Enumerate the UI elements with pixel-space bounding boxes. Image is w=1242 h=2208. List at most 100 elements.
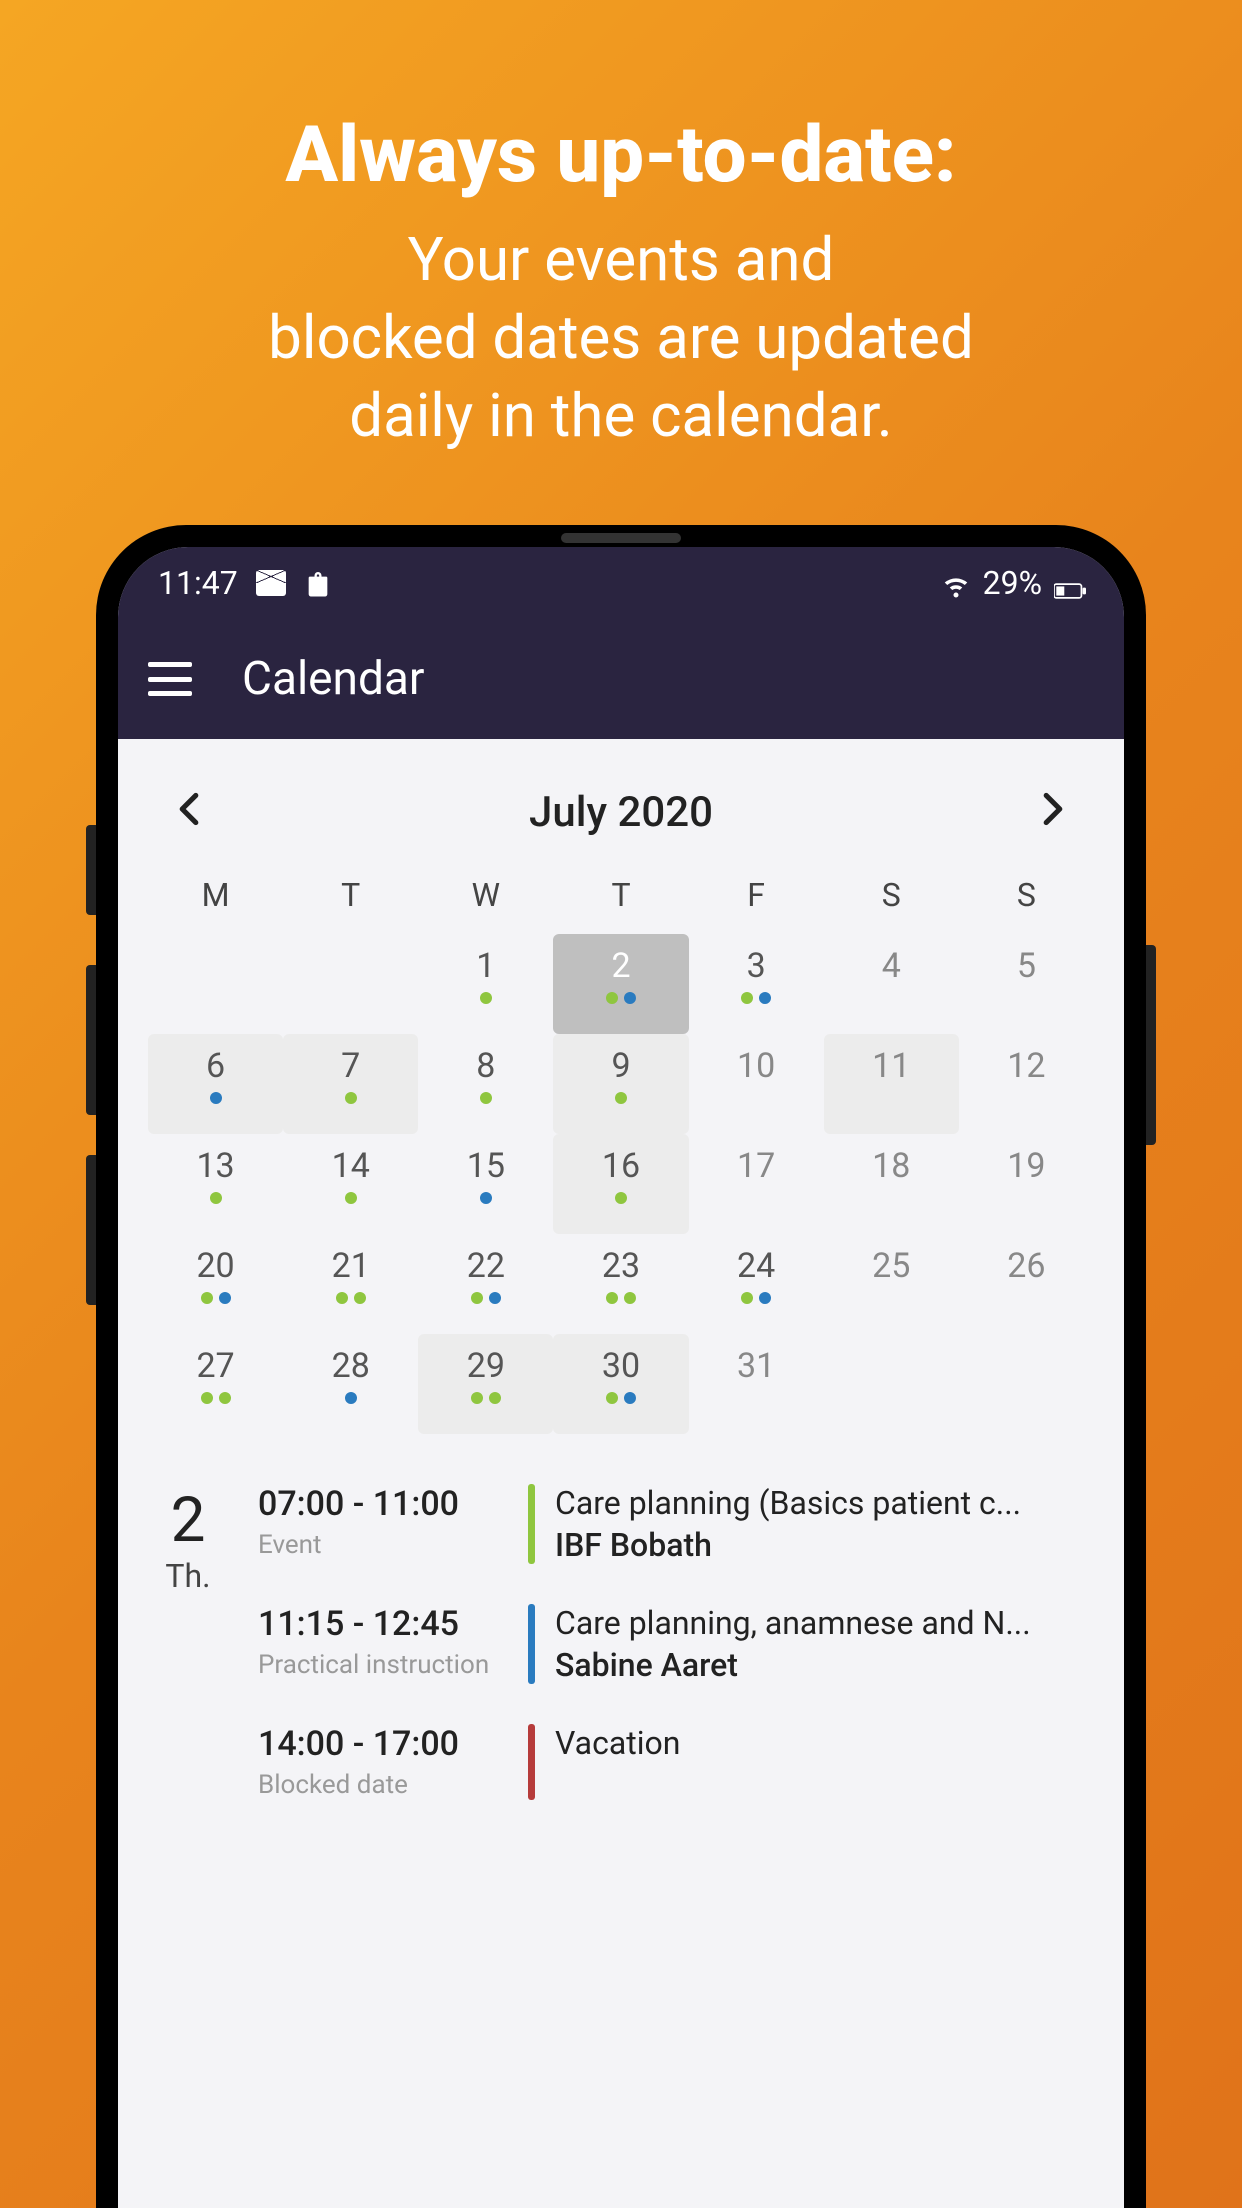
calendar-day[interactable]: 9 [553, 1034, 688, 1134]
event-row[interactable]: 11:15 - 12:45Practical instructionCare p… [258, 1604, 1094, 1684]
calendar-body: July 2020 MTWTFSS 1234567891011121314151… [118, 739, 1124, 2208]
wifi-icon [941, 570, 971, 596]
event-dots [345, 1392, 357, 1404]
event-dots [741, 1292, 771, 1304]
day-number: 4 [882, 946, 901, 986]
event-detail-col: Vacation [555, 1724, 1094, 1800]
day-number: 9 [611, 1046, 630, 1086]
day-number: 22 [467, 1246, 505, 1286]
event-dot [615, 1192, 627, 1204]
day-number: 17 [737, 1146, 775, 1186]
day-number: 28 [332, 1346, 370, 1386]
calendar-week-row: 27 28 293031 [148, 1334, 1094, 1434]
month-navigation: July 2020 [148, 779, 1094, 876]
month-label: July 2020 [529, 788, 713, 837]
event-dot [345, 1392, 357, 1404]
day-number: 19 [1007, 1146, 1045, 1186]
calendar-day[interactable]: 4 [824, 934, 959, 1034]
day-number: 1 [476, 946, 495, 986]
phone-notch [561, 533, 681, 543]
calendar-day[interactable]: 13 [148, 1134, 283, 1234]
calendar-day[interactable]: 30 [553, 1334, 688, 1434]
event-dot [345, 1092, 357, 1104]
event-time-col: 11:15 - 12:45 Practical instruction [258, 1604, 508, 1684]
event-row[interactable]: 14:00 - 17:00Blocked dateVacation [258, 1724, 1094, 1800]
event-title: Vacation [555, 1724, 1094, 1762]
phone-volume-up [86, 965, 96, 1115]
event-dot [201, 1292, 213, 1304]
event-type: Event [258, 1530, 508, 1560]
event-dot [480, 992, 492, 1004]
event-dot [606, 992, 618, 1004]
event-dots [606, 1292, 636, 1304]
calendar-day[interactable]: 2 [553, 934, 688, 1034]
day-number: 13 [196, 1146, 234, 1186]
calendar-day[interactable]: 18 [824, 1134, 959, 1234]
app-bar: Calendar [118, 619, 1124, 739]
next-month-button[interactable] [1022, 779, 1084, 846]
bag-icon [304, 570, 334, 596]
event-dots [210, 1192, 222, 1204]
event-dot [345, 1192, 357, 1204]
menu-icon[interactable] [148, 662, 192, 696]
event-dots [471, 1392, 501, 1404]
calendar-day[interactable]: 8 [418, 1034, 553, 1134]
event-dots [606, 1392, 636, 1404]
calendar-day[interactable]: 23 [553, 1234, 688, 1334]
battery-icon [1054, 570, 1084, 596]
mail-icon [256, 570, 286, 596]
calendar-day[interactable]: 21 [283, 1234, 418, 1334]
event-dot [201, 1392, 213, 1404]
calendar-day[interactable]: 20 [148, 1234, 283, 1334]
status-time: 11:47 [158, 564, 238, 602]
calendar-day[interactable]: 26 [959, 1234, 1094, 1334]
calendar-day[interactable]: 24 [689, 1234, 824, 1334]
event-row[interactable]: 07:00 - 11:00EventCare planning (Basics … [258, 1484, 1094, 1564]
event-type: Practical instruction [258, 1650, 508, 1680]
event-dot [210, 1092, 222, 1104]
calendar-day [283, 934, 418, 1034]
calendar-day[interactable]: 28 [283, 1334, 418, 1434]
calendar-day[interactable]: 7 [283, 1034, 418, 1134]
calendar-day[interactable]: 17 [689, 1134, 824, 1234]
status-battery-text: 29% [983, 564, 1042, 602]
calendar-day[interactable]: 27 [148, 1334, 283, 1434]
calendar-day[interactable]: 3 [689, 934, 824, 1034]
phone-power-button [1146, 945, 1156, 1145]
event-detail-col: Care planning (Basics patient c...IBF Bo… [555, 1484, 1094, 1564]
day-number: 18 [872, 1146, 910, 1186]
day-number: 25 [872, 1246, 910, 1286]
event-dot [336, 1292, 348, 1304]
event-dot [471, 1292, 483, 1304]
prev-month-button[interactable] [158, 779, 220, 846]
event-time: 11:15 - 12:45 [258, 1604, 508, 1644]
calendar-day[interactable]: 12 [959, 1034, 1094, 1134]
day-number: 15 [467, 1146, 505, 1186]
dow-label: M [148, 876, 283, 934]
event-dot [615, 1092, 627, 1104]
calendar-day[interactable]: 5 [959, 934, 1094, 1034]
calendar-day[interactable]: 15 [418, 1134, 553, 1234]
calendar-day[interactable]: 10 [689, 1034, 824, 1134]
calendar-day[interactable]: 16 [553, 1134, 688, 1234]
calendar-day[interactable]: 19 [959, 1134, 1094, 1234]
event-dot [471, 1392, 483, 1404]
calendar-day[interactable]: 31 [689, 1334, 824, 1434]
calendar-day[interactable]: 22 [418, 1234, 553, 1334]
calendar-day[interactable]: 1 [418, 934, 553, 1034]
event-dot [219, 1292, 231, 1304]
phone-screen: 11:47 29% Calendar [118, 547, 1124, 2208]
calendar-day[interactable]: 14 [283, 1134, 418, 1234]
calendar-day[interactable]: 25 [824, 1234, 959, 1334]
calendar-day[interactable]: 29 [418, 1334, 553, 1434]
calendar-day[interactable]: 6 [148, 1034, 283, 1134]
day-number: 6 [206, 1046, 225, 1086]
event-dots [480, 1092, 492, 1104]
promo-title: Always up-to-date: [285, 110, 956, 201]
dow-label: T [553, 876, 688, 934]
event-dot [480, 1092, 492, 1104]
event-dot [480, 1192, 492, 1204]
calendar-day [959, 1334, 1094, 1434]
calendar-week-row: 13 14 15 16 17 18 19 [148, 1134, 1094, 1234]
calendar-day[interactable]: 11 [824, 1034, 959, 1134]
